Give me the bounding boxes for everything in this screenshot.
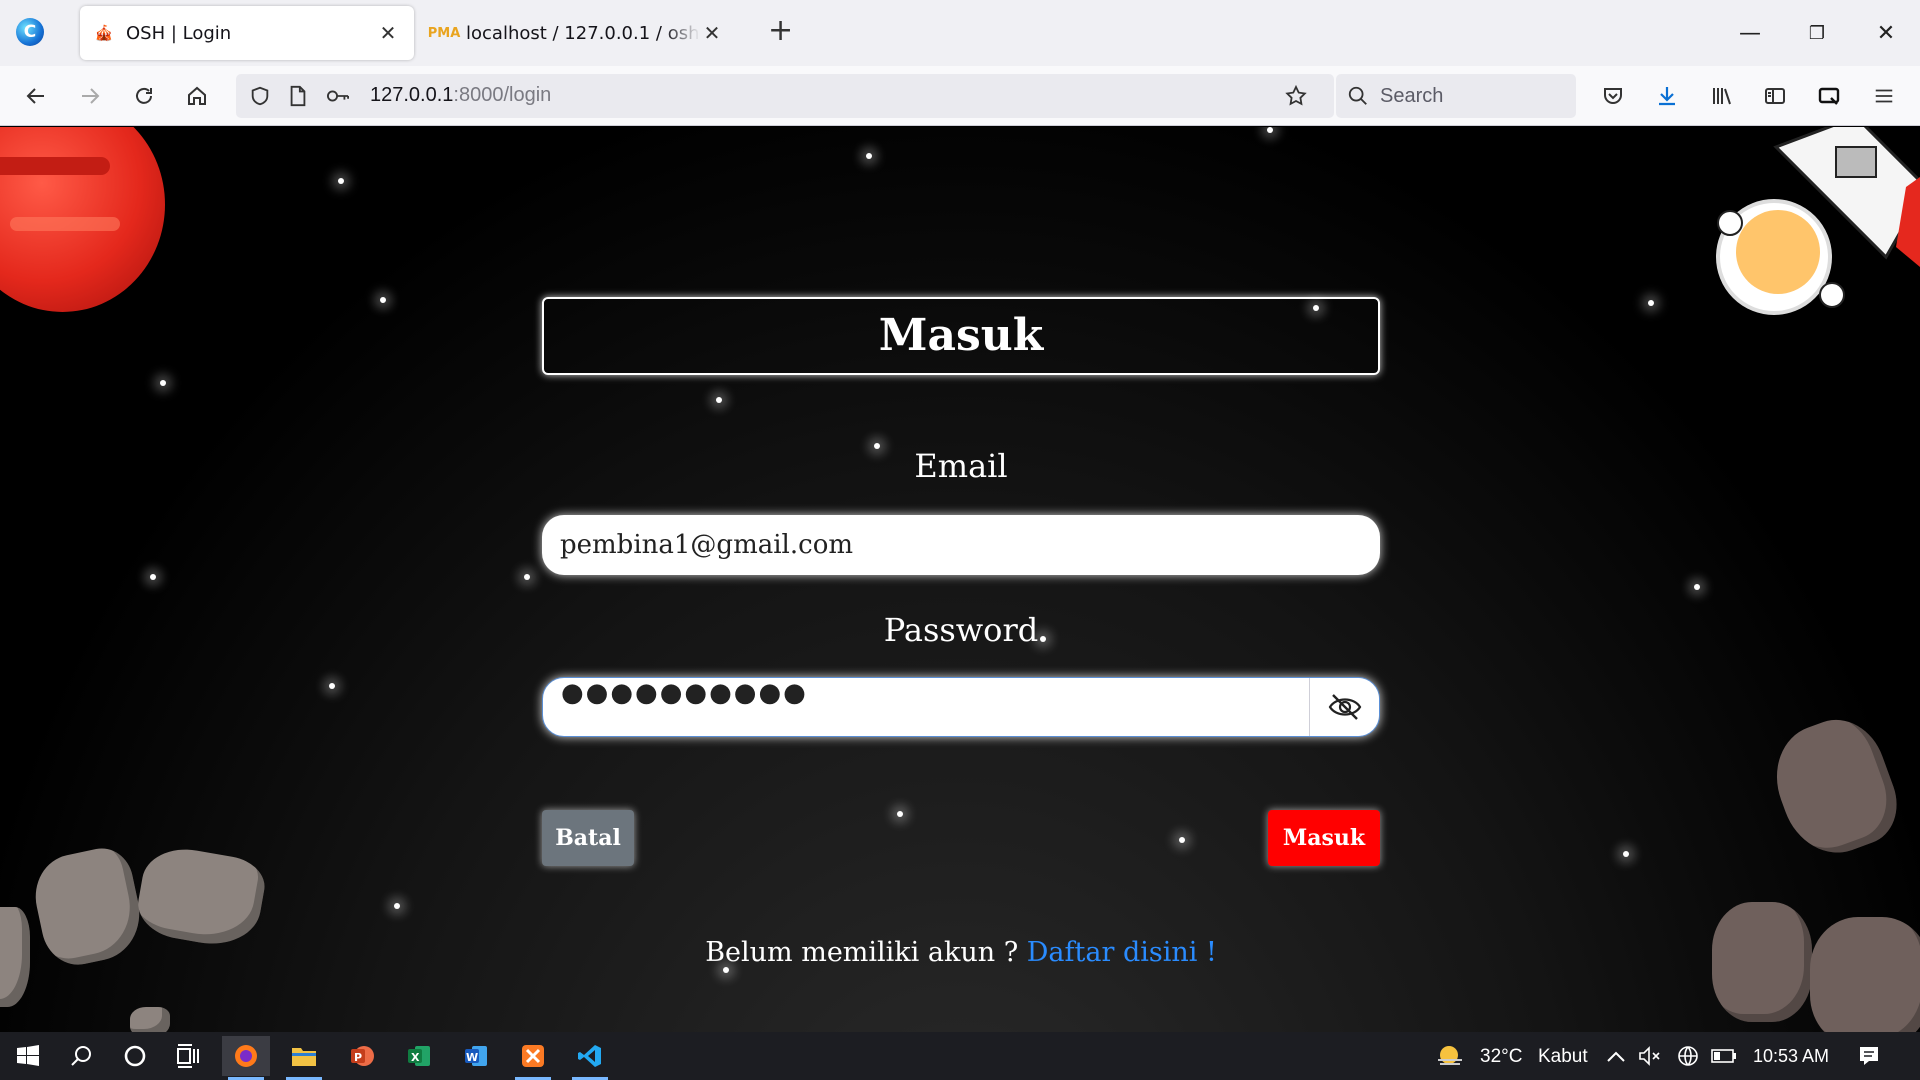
library-icon[interactable] (1706, 80, 1738, 112)
tab-title: OSH | Login (126, 22, 232, 44)
register-prompt-text: Belum memiliki akun ? (705, 937, 1027, 968)
svg-text:X: X (411, 1051, 420, 1064)
window-close-icon[interactable]: ✕ (1866, 14, 1906, 54)
word-icon[interactable]: W (452, 1036, 500, 1076)
asteroid-illustration (0, 907, 30, 1007)
task-view-icon[interactable] (165, 1036, 213, 1076)
asteroid-illustration (1810, 917, 1920, 1032)
tab-osh-login[interactable]: 🎪 OSH | Login ✕ (80, 6, 414, 60)
register-link[interactable]: Daftar disini ! (1027, 937, 1217, 968)
asteroid-illustration (27, 842, 149, 972)
star-decoration (380, 297, 386, 303)
star-decoration (329, 683, 335, 689)
weather-condition[interactable]: Kabut (1538, 1046, 1588, 1068)
star-decoration (897, 811, 903, 817)
star-decoration (524, 574, 530, 580)
shield-icon[interactable] (244, 80, 276, 112)
star-decoration (866, 153, 872, 159)
menu-icon[interactable] (1868, 80, 1900, 112)
powerpoint-icon[interactable]: P (338, 1036, 386, 1076)
asteroid-illustration (130, 1007, 170, 1032)
login-page: Masuk Email pembina1@gmail.com Password … (0, 127, 1920, 1032)
star-decoration (338, 178, 344, 184)
svg-text:W: W (466, 1051, 478, 1064)
windows-taskbar: P X W 32°C Kabut 10:53 AM (0, 1032, 1920, 1080)
vscode-icon[interactable] (566, 1036, 614, 1080)
key-icon[interactable] (322, 80, 354, 112)
red-planet-illustration (0, 127, 165, 312)
eye-slash-icon (1328, 694, 1361, 720)
pocket-icon[interactable] (1597, 80, 1629, 112)
svg-text:P: P (354, 1051, 362, 1064)
search-icon (1342, 80, 1374, 112)
battery-icon[interactable] (1700, 1036, 1748, 1076)
star-decoration (1179, 837, 1185, 843)
toggle-password-visibility-button[interactable] (1309, 678, 1379, 736)
clock-time[interactable]: 10:53 AM (1753, 1046, 1829, 1067)
star-decoration (1648, 300, 1654, 306)
downloads-icon[interactable] (1651, 80, 1683, 112)
email-label: Email (914, 447, 1008, 485)
browser-logo-icon[interactable]: C (16, 18, 44, 46)
forward-icon[interactable] (74, 80, 106, 112)
osh-favicon-icon: 🎪 (94, 24, 114, 42)
star-decoration (1694, 584, 1700, 590)
restore-icon[interactable]: ❐ (1797, 14, 1837, 54)
weather-temperature[interactable]: 32°C (1480, 1046, 1522, 1068)
reload-icon[interactable] (128, 80, 160, 112)
phpmyadmin-favicon-icon: PMA (427, 25, 461, 41)
login-heading: Masuk (542, 297, 1380, 375)
login-button[interactable]: Masuk (1268, 810, 1380, 866)
firefox-taskbar-icon[interactable] (222, 1036, 270, 1080)
star-decoration (150, 574, 156, 580)
star-decoration (1267, 127, 1273, 133)
start-windows-icon[interactable] (4, 1036, 52, 1076)
url-text[interactable]: 127.0.0.1:8000/login (370, 84, 551, 107)
search-bar[interactable]: Search (1336, 74, 1576, 118)
home-icon[interactable] (181, 80, 213, 112)
notifications-icon[interactable] (1845, 1036, 1893, 1076)
back-icon[interactable] (20, 80, 52, 112)
star-decoration (394, 903, 400, 909)
register-prompt: Belum memiliki akun ? Daftar disini ! (542, 937, 1380, 968)
cancel-button[interactable]: Batal (542, 810, 634, 866)
tab-strip: C 🎪 OSH | Login ✕ PMA localhost / 127.0.… (0, 0, 1920, 66)
minimize-icon[interactable]: — (1730, 14, 1770, 54)
asteroid-illustration (1761, 707, 1909, 867)
excel-icon[interactable]: X (395, 1036, 443, 1076)
close-icon[interactable]: ✕ (376, 21, 400, 45)
bookmark-star-icon[interactable] (1280, 80, 1312, 112)
responsive-design-icon[interactable] (1813, 80, 1845, 112)
new-tab-icon[interactable]: + (768, 16, 793, 46)
asteroid-illustration (1712, 902, 1812, 1022)
xampp-icon[interactable] (509, 1036, 557, 1080)
close-icon[interactable]: ✕ (700, 21, 724, 45)
tab-title: localhost / 127.0.0.1 / osh / users (466, 22, 700, 44)
page-info-icon[interactable] (282, 80, 314, 112)
navigation-bar: 127.0.0.1:8000/login Search (0, 66, 1920, 126)
sidebar-icon[interactable] (1759, 80, 1791, 112)
tab-phpmyadmin[interactable]: PMA localhost / 127.0.0.1 / osh / users … (420, 6, 738, 60)
star-decoration (160, 380, 166, 386)
astronaut-illustration (1716, 127, 1920, 315)
email-field[interactable]: pembina1@gmail.com (542, 515, 1380, 575)
search-icon[interactable] (57, 1036, 105, 1076)
cortana-icon[interactable] (111, 1036, 159, 1076)
weather-hazy-icon[interactable] (1426, 1036, 1474, 1076)
star-decoration (1623, 851, 1629, 857)
asteroid-illustration (133, 842, 269, 952)
password-field-group: ●●●●●●●●●● (542, 677, 1380, 737)
file-explorer-icon[interactable] (280, 1036, 328, 1080)
star-decoration (716, 397, 722, 403)
search-placeholder: Search (1380, 85, 1444, 107)
password-field[interactable]: ●●●●●●●●●● (561, 678, 808, 736)
url-bar[interactable]: 127.0.0.1:8000/login (236, 74, 1334, 118)
password-label: Password (883, 611, 1039, 649)
